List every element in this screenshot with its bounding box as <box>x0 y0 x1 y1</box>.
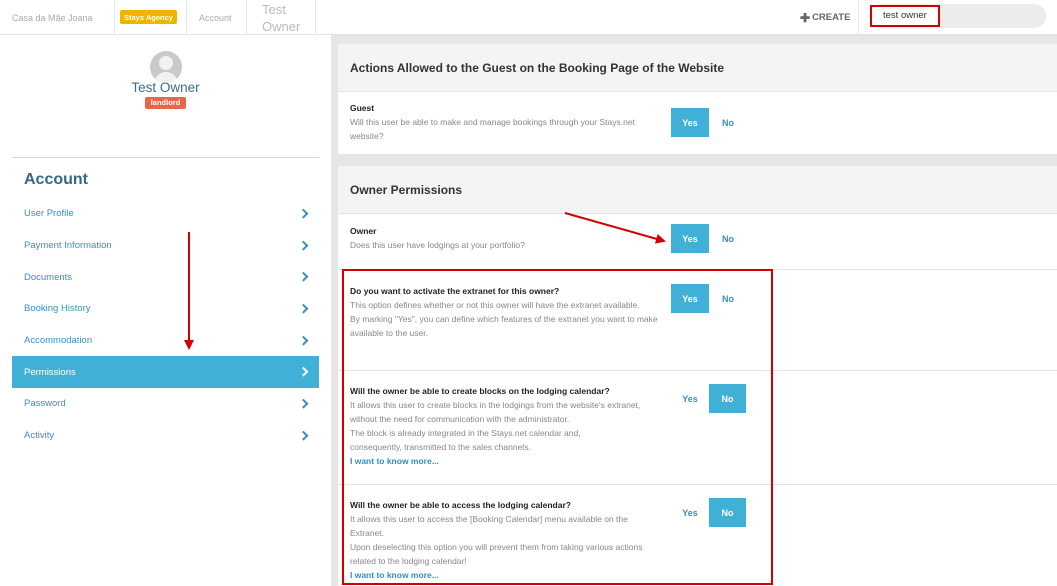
crumb-divider <box>186 0 187 35</box>
yes-no-toggle: Yes No <box>671 224 747 253</box>
owner-breadcrumb[interactable]: Test Owner <box>262 1 312 35</box>
chevron-right-icon <box>298 303 309 314</box>
guest-permission-row: Guest Will this user be able to make and… <box>338 92 1057 154</box>
guest-actions-card: Actions Allowed to the Guest on the Book… <box>338 44 1057 154</box>
yes-option[interactable]: Yes <box>671 498 709 527</box>
row-description: Does this user have lodgings at your por… <box>350 240 525 250</box>
sidebar-item-label: Payment Information <box>24 240 112 252</box>
user-silhouette-icon <box>159 56 173 70</box>
sidebar-item-label: Documents <box>24 271 73 283</box>
sidebar-title: Account <box>24 171 88 188</box>
yes-no-toggle: Yes No <box>671 284 747 313</box>
sidebar-item-label: Permissions <box>24 366 76 378</box>
yes-option[interactable]: Yes <box>671 384 709 413</box>
plus-icon: ✚ <box>800 10 811 25</box>
owner-permission-row: Owner Does this user have lodgings at yo… <box>338 214 1057 270</box>
no-option[interactable]: No <box>709 224 747 253</box>
property-name-link[interactable]: Casa da Mãe Joana <box>12 0 93 35</box>
create-button[interactable]: ✚ CREATE <box>800 0 850 35</box>
extranet-permission-row: Do you want to activate the extranet for… <box>338 270 1057 371</box>
sidebar: Test Owner landlord Account User Profile… <box>0 35 331 586</box>
row-description: The block is already integrated in the S… <box>350 428 581 452</box>
yes-no-toggle: Yes No <box>671 384 746 413</box>
crumb-divider <box>858 0 859 35</box>
row-description: It allows this user to create blocks in … <box>350 400 641 424</box>
sidebar-item-documents[interactable]: Documents <box>12 261 319 293</box>
crumb-divider <box>246 0 247 35</box>
sidebar-item-permissions[interactable]: Permissions <box>12 356 319 389</box>
row-description: Will this user be able to make and manag… <box>350 117 635 141</box>
chevron-right-icon <box>298 366 309 377</box>
chevron-right-icon <box>298 335 309 346</box>
sidebar-item-label: User Profile <box>24 208 74 220</box>
row-description: By marking "Yes", you can define which f… <box>350 314 658 338</box>
row-description: It allows this user to access the [Booki… <box>350 514 628 538</box>
yes-option[interactable]: Yes <box>671 108 709 137</box>
chevron-right-icon <box>298 208 309 219</box>
divider <box>12 157 319 158</box>
sidebar-item-accommodation[interactable]: Accommodation <box>12 325 319 357</box>
blocks-permission-row: Will the owner be able to create blocks … <box>338 371 1057 485</box>
sidebar-item-label: Booking History <box>24 303 91 315</box>
calendar-permission-row: Will the owner be able to access the lod… <box>338 485 1057 586</box>
sidebar-item-activity[interactable]: Activity <box>12 420 319 452</box>
card-title: Actions Allowed to the Guest on the Book… <box>338 44 1057 92</box>
sidebar-item-user-profile[interactable]: User Profile <box>12 198 319 230</box>
top-bar: Casa da Mãe Joana Stays Agency Account T… <box>0 0 1057 35</box>
row-description: Upon deselecting this option you will pr… <box>350 542 643 566</box>
owner-permissions-card: Owner Permissions Owner Does this user h… <box>338 166 1057 586</box>
row-description: This option defines whether or not this … <box>350 300 640 310</box>
profile-name: Test Owner <box>131 80 200 95</box>
sidebar-menu: User Profile Payment Information Documen… <box>12 198 319 452</box>
no-option[interactable]: No <box>709 108 747 137</box>
crumb-divider <box>315 0 316 35</box>
sidebar-item-label: Accommodation <box>24 335 93 347</box>
account-breadcrumb[interactable]: Account <box>199 0 232 35</box>
crumb-divider <box>114 0 115 35</box>
know-more-link[interactable]: I want to know more... <box>350 568 1045 582</box>
search-input[interactable]: test owner <box>870 5 940 27</box>
yes-no-toggle: Yes No <box>671 108 747 137</box>
know-more-link[interactable]: I want to know more... <box>350 454 1045 468</box>
avatar <box>150 51 182 83</box>
main-content: Actions Allowed to the Guest on the Book… <box>331 35 1057 586</box>
card-title: Owner Permissions <box>338 166 1057 214</box>
chevron-right-icon <box>298 398 309 409</box>
no-option[interactable]: No <box>709 498 746 527</box>
sidebar-item-password[interactable]: Password <box>12 388 319 420</box>
sidebar-item-booking-history[interactable]: Booking History <box>12 293 319 325</box>
sidebar-item-label: Activity <box>24 430 55 442</box>
yes-option[interactable]: Yes <box>671 284 709 313</box>
sidebar-item-label: Password <box>24 398 66 410</box>
chevron-right-icon <box>298 430 309 441</box>
chevron-right-icon <box>298 240 309 251</box>
no-option[interactable]: No <box>709 284 747 313</box>
chevron-right-icon <box>298 271 309 282</box>
create-label: CREATE <box>812 12 851 23</box>
search-bar[interactable]: test owner <box>870 4 1046 28</box>
no-option[interactable]: No <box>709 384 746 413</box>
yes-no-toggle: Yes No <box>671 498 746 527</box>
role-badge: landlord <box>145 97 186 109</box>
sidebar-item-payment-information[interactable]: Payment Information <box>12 230 319 262</box>
yes-option[interactable]: Yes <box>671 224 709 253</box>
agency-badge[interactable]: Stays Agency <box>120 10 177 24</box>
